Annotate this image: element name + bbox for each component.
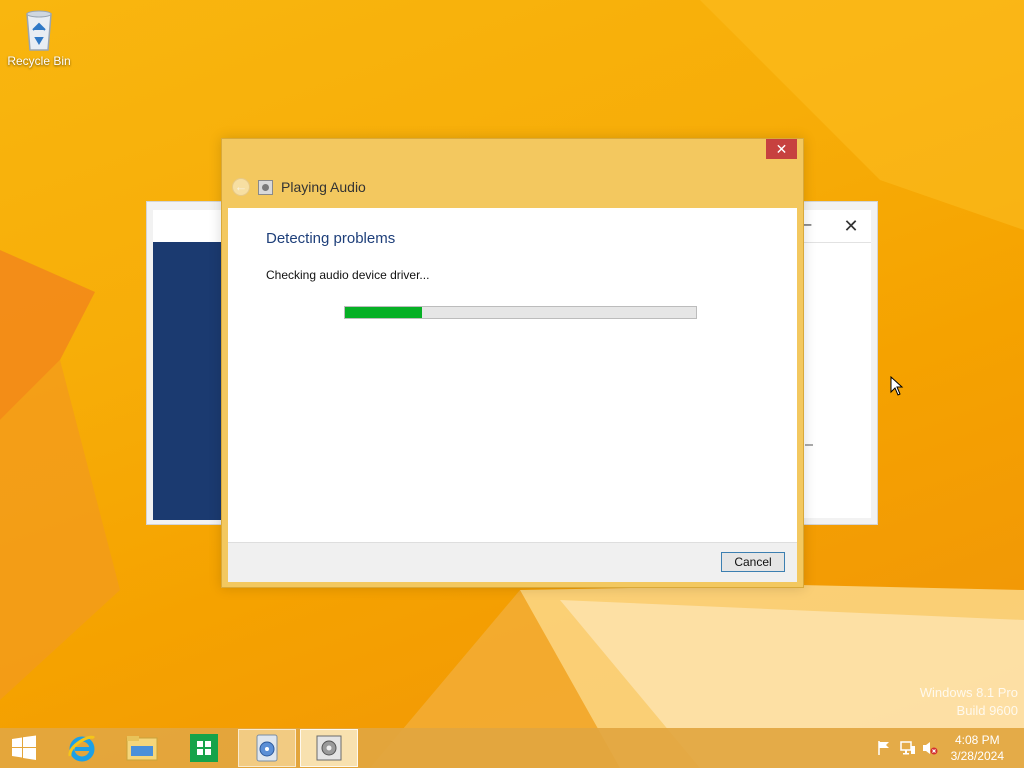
dialog-footer: Cancel xyxy=(228,542,797,582)
troubleshooter-icon xyxy=(258,179,273,195)
media-icon xyxy=(256,734,278,762)
troubleshooter-dialog: ✕ ← Playing Audio Detecting problems Che… xyxy=(221,138,804,588)
dialog-content: Detecting problems Checking audio device… xyxy=(228,208,797,542)
volume-muted-icon[interactable] xyxy=(922,740,938,756)
flag-icon[interactable] xyxy=(876,740,892,756)
background-window-side-panel xyxy=(153,242,223,520)
clock-time: 4:08 PM xyxy=(954,733,1000,747)
close-button[interactable]: ✕ xyxy=(839,214,863,238)
taskbar-store[interactable] xyxy=(176,729,232,767)
windows-watermark: Windows 8.1 Pro Build 9600 xyxy=(920,684,1018,720)
network-icon[interactable] xyxy=(900,740,916,756)
folder-icon xyxy=(126,736,158,761)
taskbar-troubleshooter[interactable] xyxy=(300,729,358,767)
internet-explorer-icon xyxy=(68,735,96,762)
taskbar: 4:08 PM 3/28/2024 xyxy=(0,728,1024,768)
clock-date: 3/28/2024 xyxy=(950,749,1004,763)
dialog-header: ← Playing Audio xyxy=(232,177,366,197)
troubleshooter-icon xyxy=(316,735,342,761)
windows-logo-icon xyxy=(12,735,36,760)
dialog-close-button[interactable]: ✕ xyxy=(766,139,797,159)
cancel-button[interactable]: Cancel xyxy=(721,552,785,572)
status-text: Checking audio device driver... xyxy=(266,268,430,282)
recycle-bin-icon xyxy=(19,6,59,52)
start-button[interactable] xyxy=(0,729,48,767)
dialog-heading: Detecting problems xyxy=(266,230,396,247)
taskbar-media-center[interactable] xyxy=(238,729,296,767)
divider xyxy=(805,444,813,446)
back-arrow-icon[interactable]: ← xyxy=(232,178,250,196)
watermark-build: Build 9600 xyxy=(956,703,1018,718)
progress-fill xyxy=(345,307,423,318)
progress-bar xyxy=(344,306,697,319)
desktop-icon-recycle-bin[interactable]: Recycle Bin xyxy=(4,6,74,68)
system-tray: 4:08 PM 3/28/2024 xyxy=(864,728,1024,768)
taskbar-internet-explorer[interactable] xyxy=(54,729,110,767)
mouse-cursor-icon xyxy=(890,376,904,396)
taskbar-clock[interactable]: 4:08 PM 3/28/2024 xyxy=(951,732,1004,764)
watermark-edition: Windows 8.1 Pro xyxy=(919,685,1018,700)
store-icon xyxy=(190,734,218,762)
desktop-icon-label: Recycle Bin xyxy=(7,54,71,68)
dialog-title: Playing Audio xyxy=(281,179,366,195)
taskbar-file-explorer[interactable] xyxy=(114,729,170,767)
